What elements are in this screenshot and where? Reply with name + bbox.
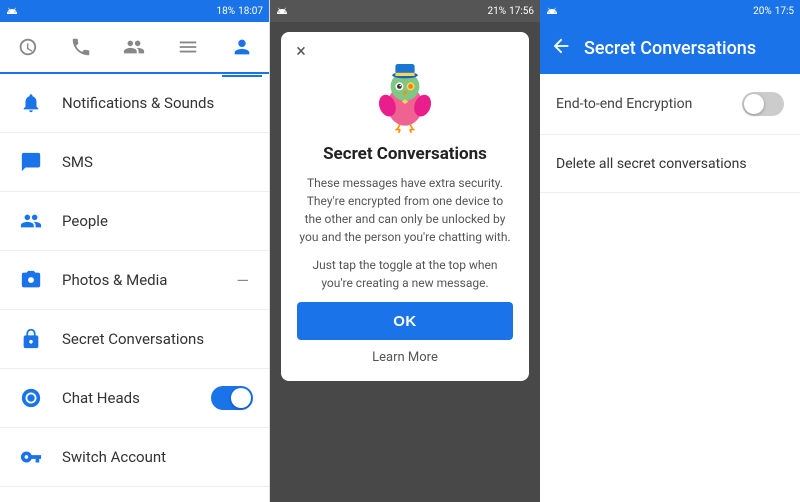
status-left-2 [276,5,288,17]
secret-panel: 20% 17:5 Secret Conversations End-to-end… [540,0,800,502]
e2e-label: End-to-end Encryption [556,96,742,112]
camera-icon [16,265,46,295]
lock-icon [16,324,46,354]
modal-body2: Just tap the toggle at the top when you'… [297,256,513,292]
photos-indicator: — [237,271,250,290]
people-label: People [62,212,253,230]
android-icon [6,5,18,17]
delete-label: Delete all secret conversations [556,156,747,172]
people-icon [16,206,46,236]
key-icon [16,442,46,472]
settings-item-people[interactable]: People [0,192,269,251]
sms-label: SMS [62,153,253,171]
bell-icon [16,88,46,118]
bird-illustration [365,56,445,136]
time-text-3: 17:5 [775,6,794,17]
back-button[interactable] [550,35,572,62]
status-bar-3: 20% 17:5 [540,0,800,22]
chatheads-toggle-switch[interactable] [211,386,253,410]
status-icons-right: 18% 18:07 [217,6,263,17]
secret-item-e2e[interactable]: End-to-end Encryption [540,74,800,135]
settings-item-photos[interactable]: Photos & Media — [0,251,269,310]
status-right-3: 20% 17:5 [753,6,794,17]
chatheads-icon [16,383,46,413]
android-icon-2 [276,5,288,17]
modal-backdrop: × [270,22,540,502]
nav-bar [0,22,269,74]
status-left-3 [546,5,558,17]
settings-panel: 18% 18:07 Notifications & Sounds [0,0,270,502]
secret-header-title: Secret Conversations [584,38,756,59]
modal-card: × [281,32,529,381]
secret-header: Secret Conversations [540,22,800,74]
battery-text-2: 21% [488,6,507,17]
e2e-toggle[interactable] [742,92,784,116]
secret-label: Secret Conversations [62,330,253,348]
ok-button[interactable]: OK [297,302,513,340]
photos-label: Photos & Media [62,271,237,289]
sms-icon [16,147,46,177]
learn-more-link[interactable]: Learn More [372,350,438,365]
chatheads-label: Chat Heads [62,389,211,407]
status-bar-2: 21% 17:56 [270,0,540,22]
battery-text-1: 18% [217,6,236,17]
time-text-2: 17:56 [509,6,534,17]
settings-item-report[interactable]: Report a problem [0,487,269,502]
settings-item-switch[interactable]: Switch Account [0,428,269,487]
status-right-2: 21% 17:56 [488,6,534,17]
settings-list: Notifications & Sounds SMS People Photos… [0,74,269,502]
battery-text-3: 20% [753,6,772,17]
secret-item-delete[interactable]: Delete all secret conversations [540,135,800,193]
nav-recent-icon[interactable] [7,27,47,67]
nav-menu-icon[interactable] [168,27,208,67]
nav-calls-icon[interactable] [61,27,101,67]
settings-item-chatheads[interactable]: Chat Heads [0,369,269,428]
modal-body1: These messages have extra security. They… [297,174,513,246]
status-bar-1: 18% 18:07 [0,0,269,22]
settings-item-sms[interactable]: SMS [0,133,269,192]
nav-people-icon[interactable] [114,27,154,67]
status-icons-left [6,5,18,17]
chatheads-toggle[interactable] [211,386,253,410]
nav-profile-icon[interactable] [222,27,262,67]
secret-content: End-to-end Encryption Delete all secret … [540,74,800,502]
settings-item-secret[interactable]: Secret Conversations [0,310,269,369]
settings-item-notifications[interactable]: Notifications & Sounds [0,74,269,133]
android-icon-3 [546,5,558,17]
modal-title: Secret Conversations [323,144,487,164]
notifications-label: Notifications & Sounds [62,94,253,112]
modal-panel: 21% 17:56 × [270,0,540,502]
switch-label: Switch Account [62,448,253,466]
close-button[interactable]: × [289,40,313,64]
time-text-1: 18:07 [238,6,263,17]
